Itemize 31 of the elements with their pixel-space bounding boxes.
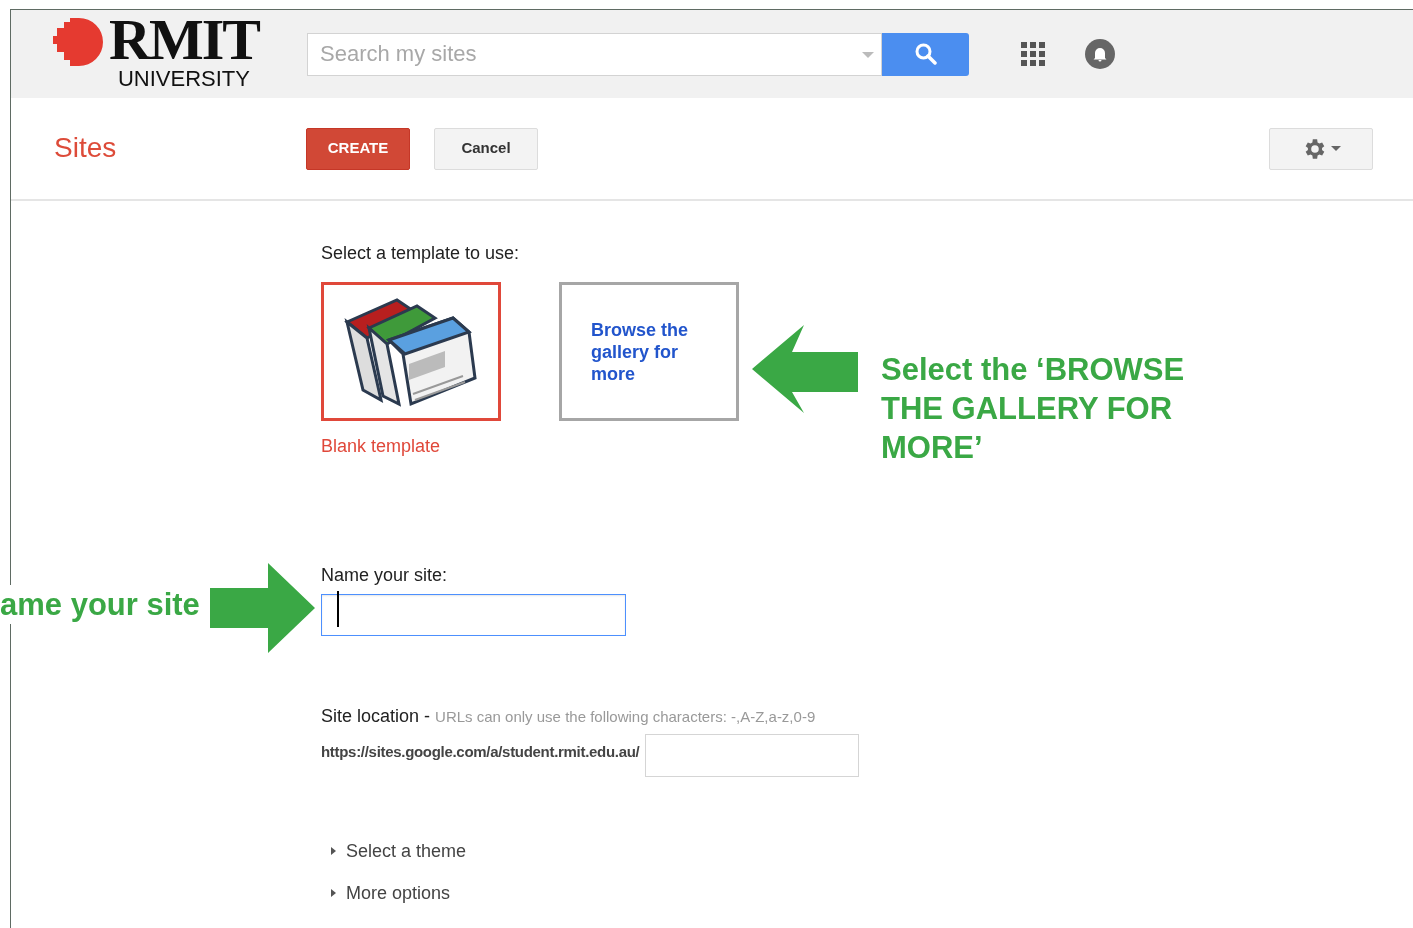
gallery-link-tile[interactable]: Browse the gallery for more [559,282,739,421]
expander-toggle[interactable]: More options [331,881,1413,905]
notification-bell-icon[interactable] [1085,39,1115,69]
caret-icon [331,847,336,855]
search-button[interactable] [882,32,969,76]
annotation-text: Select the ‘BROWSE THE GALLERY FOR MORE’ [881,351,1186,467]
annotation-text: ame your site [0,585,200,624]
settings-button[interactable] [1269,127,1373,170]
caret-icon [331,889,336,897]
template-label: Blank template [321,435,442,458]
separator-text: - [424,705,431,728]
page-title: Sites [54,130,118,165]
logo-subtitle: UNIVERSITY [117,66,250,91]
url-prefix: https://sites.google.com/a/student.rmit.edu.au/ [321,742,640,762]
search-icon [914,43,937,65]
template-tile[interactable] [321,282,501,421]
section-label: Select a template to use: [321,242,521,262]
name-input-field[interactable] [321,594,626,636]
search-field[interactable]: Search my sites [307,32,882,76]
cancel-button[interactable]: Cancel [434,127,538,170]
section-label: Name your site: [321,564,449,584]
expander-toggle[interactable]: Select a theme [331,839,1413,863]
section-label: Site location [321,705,420,728]
site-location-field[interactable] [645,734,860,777]
text-cursor [337,591,339,627]
logo-mark-icon [53,17,103,66]
caret-icon [1331,146,1341,151]
hint-text: URLs can only use the following characters: -,A-Z,a-z,0-9 [435,707,816,727]
logo-wordmark: RMIT [109,11,259,68]
create-button[interactable]: CREATE [306,127,410,170]
apps-grid-icon[interactable] [1021,42,1045,66]
